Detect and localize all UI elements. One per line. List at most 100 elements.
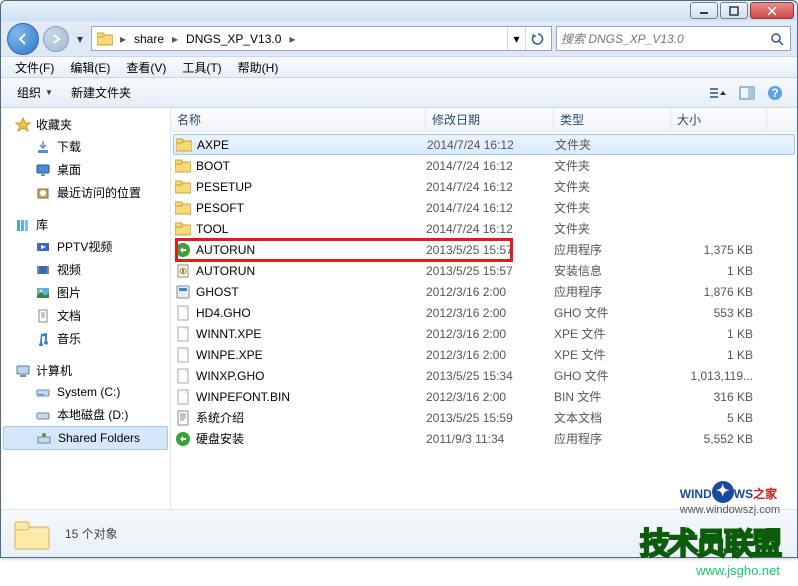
file-size: 1 KB bbox=[671, 264, 761, 278]
file-size: 1,375 KB bbox=[671, 243, 761, 257]
menu-file[interactable]: 文件(F) bbox=[7, 57, 62, 78]
status-text: 15 个对象 bbox=[65, 525, 118, 542]
sidebar-item-pictures[interactable]: 图片 bbox=[1, 281, 170, 304]
file-row[interactable]: PESETUP2014/7/24 16:12文件夹 bbox=[171, 176, 797, 197]
sidebar-item-documents[interactable]: 文档 bbox=[1, 304, 170, 327]
sidebar-item-pptv[interactable]: PPTV视频 bbox=[1, 235, 170, 258]
back-button[interactable] bbox=[7, 23, 39, 55]
file-type: 文件夹 bbox=[554, 220, 671, 237]
file-icon bbox=[175, 410, 191, 426]
preview-pane-button[interactable] bbox=[733, 81, 761, 105]
column-type[interactable]: 类型 bbox=[554, 108, 671, 131]
file-name: TOOL bbox=[196, 222, 228, 236]
breadcrumb-dropdown[interactable]: ▾ bbox=[507, 27, 525, 50]
file-icon bbox=[175, 263, 191, 279]
help-button[interactable]: ? bbox=[761, 81, 789, 105]
file-icon bbox=[175, 368, 191, 384]
column-name[interactable]: 名称 bbox=[171, 108, 426, 131]
file-row[interactable]: WINNT.XPE2012/3/16 2:00XPE 文件1 KB bbox=[171, 323, 797, 344]
column-date[interactable]: 修改日期 bbox=[426, 108, 554, 131]
sidebar-item-drive-c[interactable]: System (C:) bbox=[1, 381, 170, 403]
menu-view[interactable]: 查看(V) bbox=[118, 57, 174, 78]
file-icon bbox=[175, 347, 191, 363]
file-row[interactable]: WINPE.XPE2012/3/16 2:00XPE 文件1 KB bbox=[171, 344, 797, 365]
file-row[interactable]: HD4.GHO2012/3/16 2:00GHO 文件553 KB bbox=[171, 302, 797, 323]
file-date: 2014/7/24 16:12 bbox=[426, 222, 554, 236]
search-icon[interactable] bbox=[768, 32, 786, 46]
breadcrumb-seg-share[interactable]: share bbox=[130, 27, 168, 50]
sidebar-item-desktop[interactable]: 桌面 bbox=[1, 158, 170, 181]
refresh-button[interactable] bbox=[525, 27, 549, 50]
drive-icon bbox=[35, 384, 51, 400]
file-type: XPE 文件 bbox=[554, 325, 671, 342]
file-date: 2012/3/16 2:00 bbox=[426, 306, 554, 320]
file-date: 2013/5/25 15:59 bbox=[426, 411, 554, 425]
file-name: WINPE.XPE bbox=[196, 348, 263, 362]
file-name: PESETUP bbox=[196, 180, 252, 194]
sidebar-item-recent[interactable]: 最近访问的位置 bbox=[1, 181, 170, 204]
chevron-right-icon[interactable]: ▸ bbox=[285, 27, 299, 50]
column-size[interactable]: 大小 bbox=[671, 108, 767, 131]
sidebar-item-video[interactable]: 视频 bbox=[1, 258, 170, 281]
file-type: 文件夹 bbox=[554, 157, 671, 174]
menu-edit[interactable]: 编辑(E) bbox=[62, 57, 118, 78]
maximize-button[interactable] bbox=[720, 2, 748, 19]
search-box[interactable] bbox=[556, 26, 791, 51]
file-type: 文件夹 bbox=[554, 178, 671, 195]
file-row[interactable]: 系统介绍2013/5/25 15:59文本文档5 KB bbox=[171, 407, 797, 428]
file-row[interactable]: PESOFT2014/7/24 16:12文件夹 bbox=[171, 197, 797, 218]
file-size: 5 KB bbox=[671, 411, 761, 425]
file-date: 2014/7/24 16:12 bbox=[427, 138, 555, 152]
file-icon bbox=[175, 221, 191, 237]
star-icon bbox=[15, 117, 31, 133]
file-date: 2013/5/25 15:34 bbox=[426, 369, 554, 383]
breadcrumb[interactable]: ▸ share ▸ DNGS_XP_V13.0 ▸ ▾ bbox=[91, 26, 552, 51]
minimize-button[interactable] bbox=[690, 2, 718, 19]
chevron-right-icon[interactable]: ▸ bbox=[168, 27, 182, 50]
picture-icon bbox=[35, 285, 51, 301]
file-icon bbox=[175, 200, 191, 216]
sidebar-favorites-head[interactable]: 收藏夹 bbox=[1, 114, 170, 135]
file-icon bbox=[175, 326, 191, 342]
file-date: 2014/7/24 16:12 bbox=[426, 201, 554, 215]
file-row[interactable]: AUTORUN2013/5/25 15:57应用程序1,375 KB bbox=[171, 239, 797, 260]
file-name: HD4.GHO bbox=[196, 306, 251, 320]
file-name: AUTORUN bbox=[196, 243, 255, 257]
menubar: 文件(F) 编辑(E) 查看(V) 工具(T) 帮助(H) bbox=[1, 56, 797, 78]
sidebar-libraries-head[interactable]: 库 bbox=[1, 214, 170, 235]
sidebar-item-music[interactable]: 音乐 bbox=[1, 327, 170, 350]
menu-help[interactable]: 帮助(H) bbox=[230, 57, 287, 78]
video-icon bbox=[35, 262, 51, 278]
view-options-button[interactable] bbox=[705, 81, 733, 105]
file-row[interactable]: AUTORUN2013/5/25 15:57安装信息1 KB bbox=[171, 260, 797, 281]
history-dropdown[interactable]: ▾ bbox=[73, 29, 87, 49]
menu-tools[interactable]: 工具(T) bbox=[174, 57, 229, 78]
sidebar-item-drive-d[interactable]: 本地磁盘 (D:) bbox=[1, 403, 170, 426]
organize-button[interactable]: 组织▼ bbox=[9, 81, 63, 104]
file-row[interactable]: 硬盘安装2011/9/3 11:34应用程序5,552 KB bbox=[171, 428, 797, 449]
sidebar-item-downloads[interactable]: 下载 bbox=[1, 135, 170, 158]
file-type: BIN 文件 bbox=[554, 388, 671, 405]
new-folder-button[interactable]: 新建文件夹 bbox=[63, 81, 139, 104]
file-date: 2014/7/24 16:12 bbox=[426, 159, 554, 173]
file-type: GHO 文件 bbox=[554, 367, 671, 384]
file-type: 应用程序 bbox=[554, 283, 671, 300]
file-row[interactable]: GHOST2012/3/16 2:00应用程序1,876 KB bbox=[171, 281, 797, 302]
file-type: 应用程序 bbox=[554, 241, 671, 258]
file-row[interactable]: BOOT2014/7/24 16:12文件夹 bbox=[171, 155, 797, 176]
file-icon bbox=[175, 179, 191, 195]
file-icon bbox=[176, 137, 192, 153]
file-row[interactable]: TOOL 2014/7/24 16:12文件夹 bbox=[171, 218, 797, 239]
file-row[interactable]: WINPEFONT.BIN2012/3/16 2:00BIN 文件316 KB bbox=[171, 386, 797, 407]
search-input[interactable] bbox=[561, 32, 768, 46]
file-type: 文本文档 bbox=[554, 409, 671, 426]
sidebar-computer-head[interactable]: 计算机 bbox=[1, 360, 170, 381]
file-icon bbox=[175, 431, 191, 447]
chevron-right-icon[interactable]: ▸ bbox=[116, 27, 130, 50]
file-list: 名称 修改日期 类型 大小 AXPE2014/7/24 16:12文件夹BOOT… bbox=[171, 108, 797, 509]
breadcrumb-seg-folder[interactable]: DNGS_XP_V13.0 bbox=[182, 27, 285, 50]
file-row[interactable]: WINXP.GHO2013/5/25 15:34GHO 文件1,013,119.… bbox=[171, 365, 797, 386]
close-button[interactable] bbox=[750, 2, 794, 19]
file-row[interactable]: AXPE2014/7/24 16:12文件夹 bbox=[173, 134, 795, 155]
sidebar-item-shared-folders[interactable]: Shared Folders bbox=[3, 426, 168, 450]
